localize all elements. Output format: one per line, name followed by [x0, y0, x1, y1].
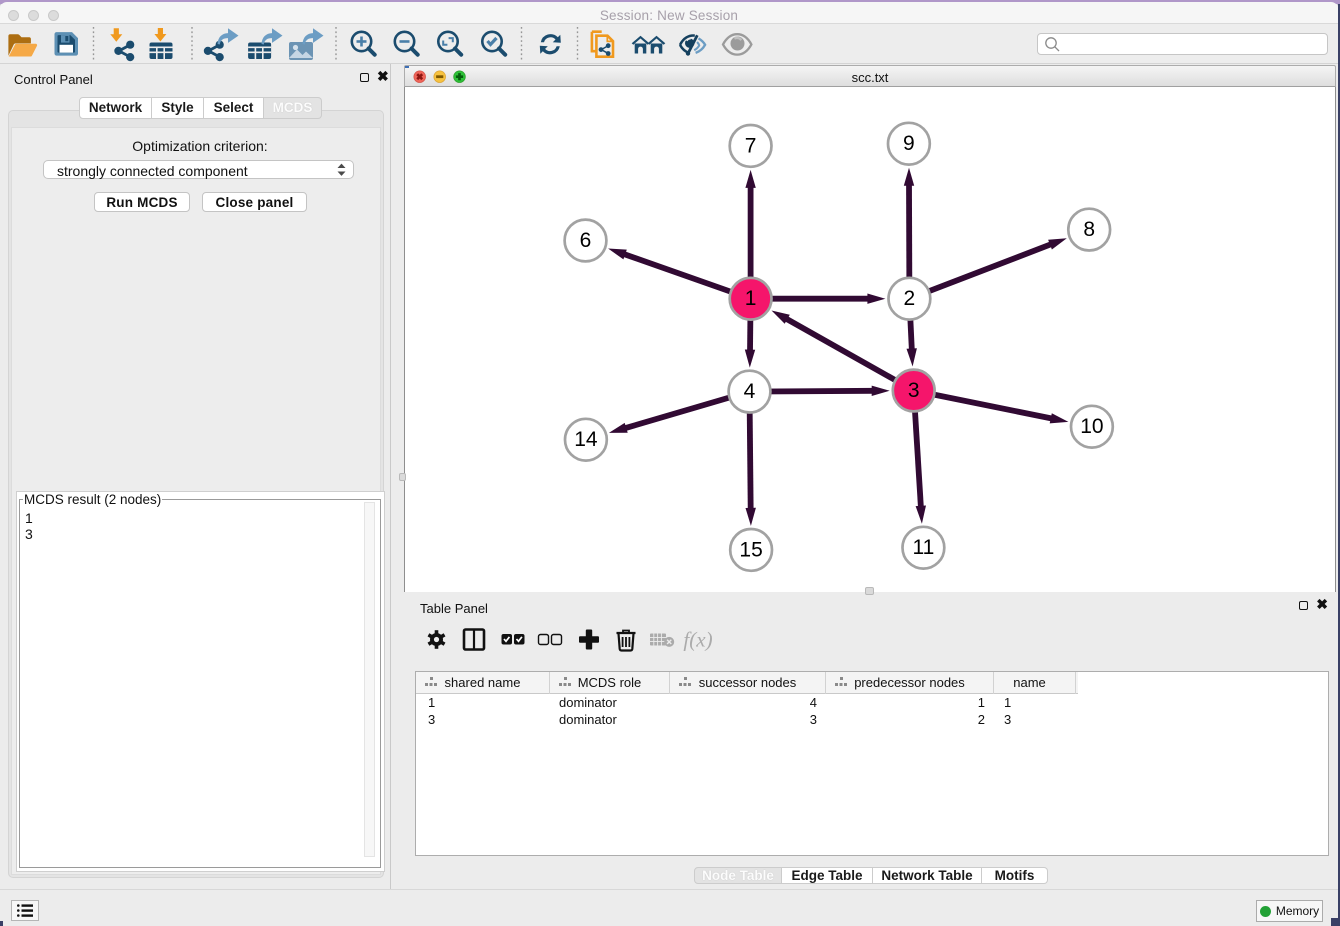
- svg-text:15: 15: [739, 538, 762, 561]
- svg-text:9: 9: [903, 132, 915, 155]
- svg-text:4: 4: [744, 380, 756, 403]
- svg-text:10: 10: [1080, 415, 1103, 438]
- svg-text:1: 1: [745, 287, 757, 310]
- svg-text:6: 6: [580, 229, 592, 252]
- svg-text:11: 11: [912, 536, 934, 559]
- svg-text:8: 8: [1083, 218, 1095, 241]
- svg-text:3: 3: [908, 379, 920, 402]
- svg-text:7: 7: [745, 134, 757, 157]
- svg-text:2: 2: [904, 287, 916, 310]
- svg-text:14: 14: [574, 428, 598, 451]
- svg-text:f(x): f(x): [683, 628, 712, 652]
